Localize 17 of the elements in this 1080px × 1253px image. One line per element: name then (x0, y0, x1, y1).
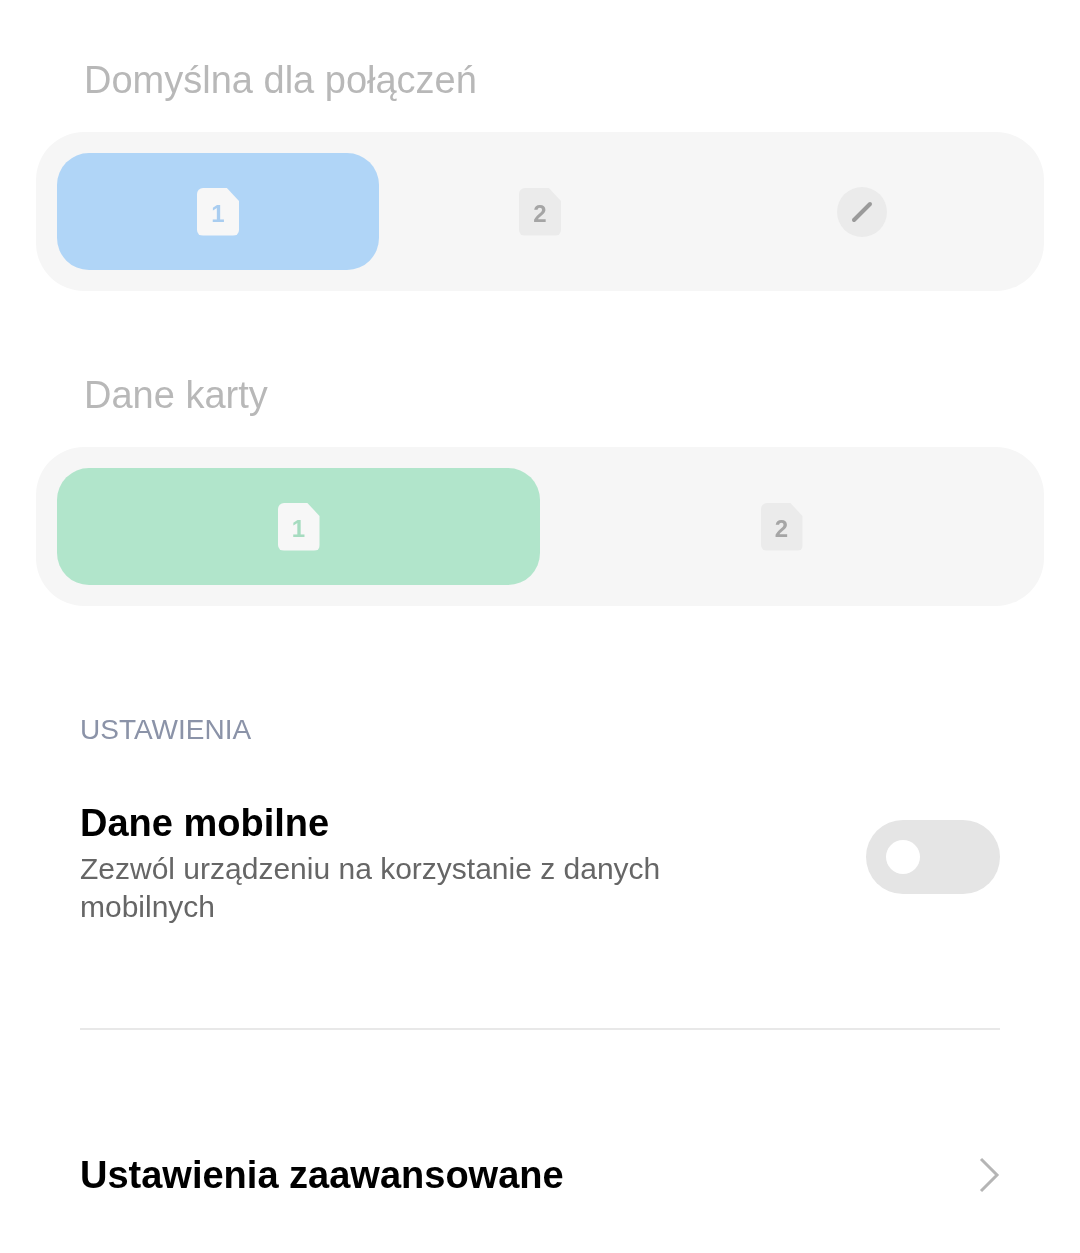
sim-number: 1 (291, 516, 306, 541)
advanced-settings-row[interactable]: Ustawienia zaawansowane (0, 1150, 1080, 1200)
sim-number: 2 (774, 516, 789, 541)
sim-option[interactable]: 1 (57, 153, 379, 270)
section-header: USTAWIENIA (79, 713, 253, 747)
chevron-right-icon (978, 1156, 1000, 1194)
sim-option[interactable]: 1 (57, 468, 540, 585)
section-title: Domyślna dla połączeń (83, 58, 478, 103)
sim-number: 1 (211, 201, 225, 226)
section-title: Dane karty (83, 373, 269, 418)
sim-number: 2 (533, 201, 547, 226)
sim-option[interactable]: 2 (540, 468, 1023, 585)
setting-description: Zezwól urządzeniu na korzystanie z danych mobilnych (80, 851, 662, 925)
edit-icon (837, 186, 887, 237)
sim-option[interactable]: 2 (379, 153, 701, 270)
setting-title: Dane mobilne (80, 801, 331, 846)
setting-title: Ustawienia zaawansowane (80, 1153, 564, 1198)
